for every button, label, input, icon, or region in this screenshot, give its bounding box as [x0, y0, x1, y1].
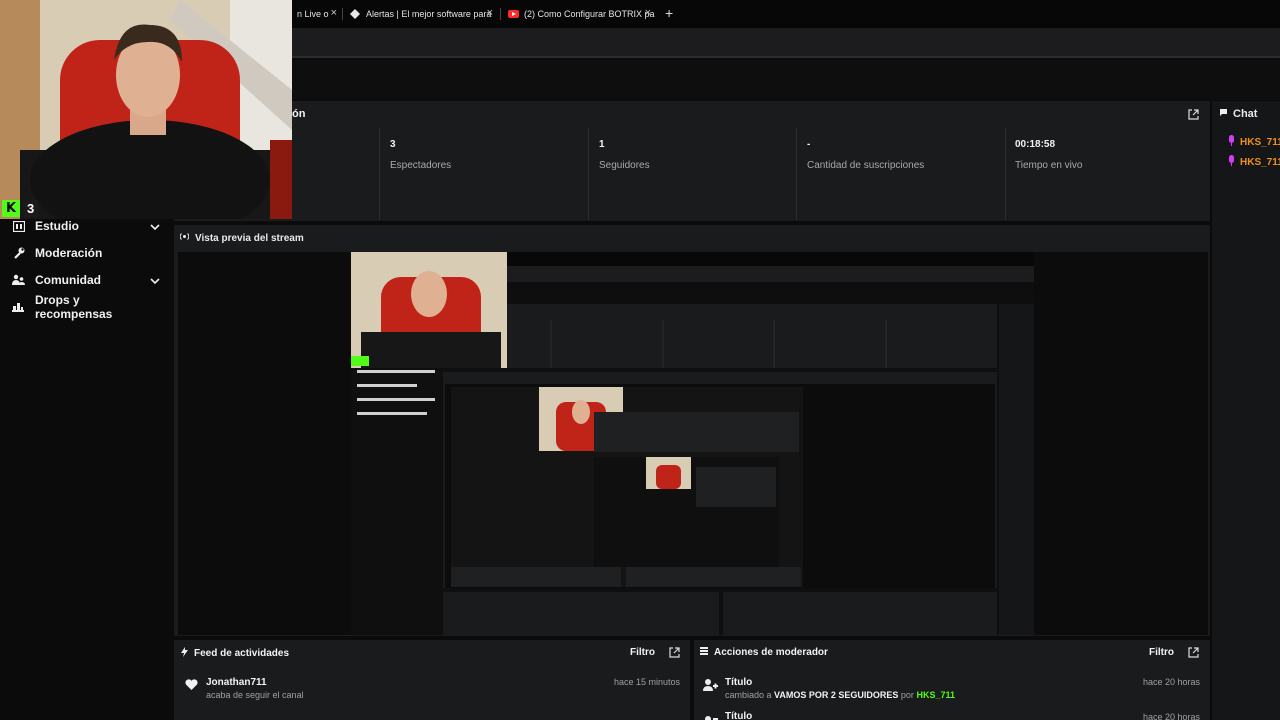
- chevron-down-icon[interactable]: [150, 274, 160, 288]
- sidebar-item-label: Moderación: [35, 246, 103, 260]
- badge-count: 3: [23, 200, 39, 217]
- viewers-label: Espectadores: [390, 160, 452, 171]
- sidebar-item-estudio[interactable]: Estudio: [12, 216, 160, 236]
- mod-action-value: VAMOS POR 2 SEGUIDORES: [774, 690, 899, 700]
- drops-icon: [12, 301, 25, 314]
- sidebar-item-label: Drops y recompensas: [34, 293, 113, 321]
- chat-message: HKS_711:: [1228, 155, 1280, 169]
- sidebar-item-comunidad[interactable]: Comunidad: [12, 270, 160, 290]
- chat-bubble-icon: [1219, 108, 1228, 120]
- chat-username[interactable]: HKS_711:: [1240, 137, 1280, 148]
- stat-divider: [379, 128, 380, 220]
- close-tab-icon[interactable]: ×: [645, 7, 651, 19]
- followers-value: 1: [599, 139, 605, 150]
- moderator-actions-header: Acciones de moderador: [700, 647, 828, 658]
- studio-icon: [12, 220, 25, 233]
- subscriptions-value: -: [807, 139, 811, 150]
- mod-action-title: Título: [725, 677, 753, 688]
- feed-item-time: hace 15 minutos: [613, 677, 680, 687]
- live-time-value: 00:18:58: [1015, 139, 1056, 150]
- user-badge-icon: [1228, 135, 1235, 149]
- stat-divider: [1005, 128, 1006, 220]
- user-badge-icon: [1228, 155, 1235, 169]
- sidebar-item-label: Comunidad: [35, 273, 101, 287]
- browser-tab[interactable]: Alertas | El mejor software para ×: [350, 4, 493, 24]
- mod-action-time: hace 20 horas: [1142, 712, 1200, 720]
- user-edit-icon: [703, 712, 718, 720]
- wrench-icon: [12, 247, 25, 260]
- chat-username[interactable]: HKS_711:: [1240, 157, 1280, 168]
- activity-filter-button[interactable]: Filtro: [630, 647, 655, 658]
- lightning-icon: [181, 647, 188, 660]
- chat-message: HKS_711:: [1228, 135, 1280, 149]
- feed-item-action: acaba de seguir el canal: [206, 690, 304, 700]
- viewers-value: 3: [390, 139, 396, 150]
- community-icon: [12, 274, 25, 287]
- stream-preview-header: Vista previa del stream: [179, 232, 304, 244]
- user-edit-icon: [703, 678, 718, 695]
- mod-action-prefix: cambiado a: [725, 690, 772, 700]
- moderator-actions-title: Acciones de moderador: [714, 647, 828, 658]
- heart-icon: [185, 679, 198, 694]
- followers-label: Seguidores: [599, 160, 650, 171]
- broadcast-icon: [179, 232, 190, 244]
- mod-action-detail: cambiado a VAMOS POR 2 SEGUIDORES por HK…: [725, 690, 955, 700]
- sidebar-item-moderacion[interactable]: Moderación: [12, 243, 160, 263]
- chat-title: Chat: [1233, 108, 1258, 120]
- stat-divider: [796, 128, 797, 220]
- chevron-down-icon[interactable]: [150, 220, 160, 234]
- close-tab-icon[interactable]: ×: [331, 7, 337, 19]
- shield-favicon-icon: [350, 9, 360, 19]
- mod-action-by: por: [900, 690, 914, 700]
- subscriptions-label: Cantidad de suscripciones: [807, 160, 925, 171]
- tab-title: Alertas | El mejor software para: [366, 9, 492, 19]
- activity-feed-header: Feed de actividades: [181, 647, 289, 660]
- stream-preview-recursive-image: [351, 252, 1034, 635]
- mod-action-title: Título: [725, 711, 753, 720]
- browser-tab[interactable]: n Live o ×: [297, 4, 337, 24]
- popout-icon[interactable]: [1188, 109, 1199, 120]
- activity-feed-title: Feed de actividades: [194, 648, 290, 659]
- mod-action-user[interactable]: HKS_711: [916, 690, 955, 700]
- chat-panel: [1212, 101, 1280, 720]
- webcam-feed-image: [0, 0, 292, 219]
- youtube-favicon-icon: [508, 9, 519, 19]
- mod-action-time: hace 20 horas: [1142, 677, 1200, 687]
- tab-separator: [500, 8, 501, 20]
- kick-logo-icon: K: [2, 200, 20, 217]
- browser-tab[interactable]: (2) Como Configurar BOTRIX pa ×: [508, 4, 655, 24]
- webcam-overlay: K 3: [0, 0, 292, 219]
- tab-separator: [342, 8, 343, 20]
- feed-item-name[interactable]: Jonathan711: [206, 677, 267, 688]
- tab-title: n Live o: [297, 9, 329, 19]
- sidebar-item-drops[interactable]: Drops y recompensas: [12, 293, 160, 321]
- new-tab-button[interactable]: +: [665, 5, 673, 21]
- live-time-label: Tiempo en vivo: [1015, 160, 1083, 171]
- stream-preview-title: Vista previa del stream: [195, 232, 304, 244]
- kick-viewer-badge: K 3: [2, 200, 39, 217]
- popout-icon[interactable]: [669, 647, 680, 658]
- list-icon: [700, 647, 708, 658]
- chat-header: Chat: [1219, 108, 1257, 120]
- stat-divider: [588, 128, 589, 220]
- tab-title: (2) Como Configurar BOTRIX pa: [524, 9, 655, 19]
- popout-icon[interactable]: [1188, 647, 1199, 658]
- moderator-filter-button[interactable]: Filtro: [1149, 647, 1174, 658]
- close-tab-icon[interactable]: ×: [487, 7, 493, 19]
- sidebar-item-label: Estudio: [35, 219, 79, 233]
